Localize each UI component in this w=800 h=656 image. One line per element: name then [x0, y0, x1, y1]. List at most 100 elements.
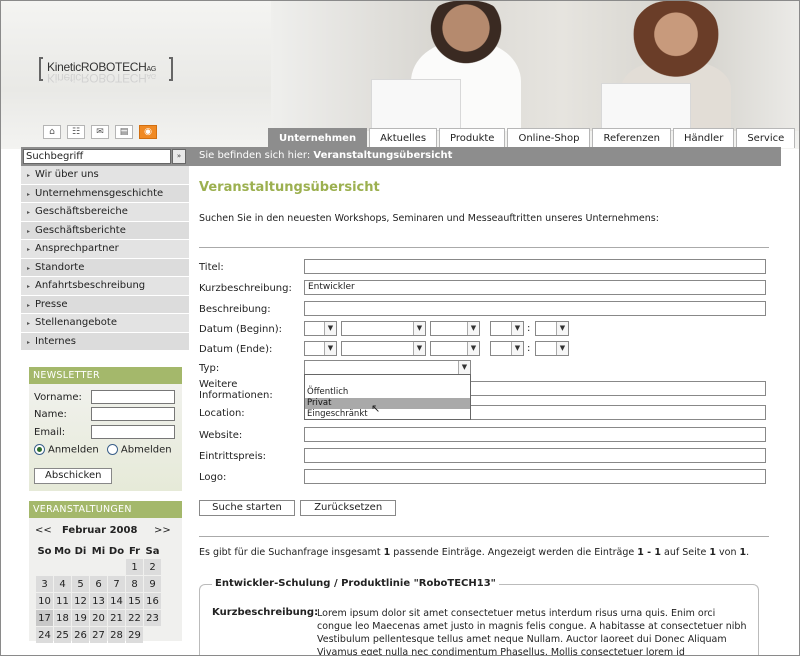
tab-online-shop[interactable]: Online-Shop	[507, 128, 591, 148]
logo-field[interactable]	[304, 469, 766, 484]
name-field[interactable]	[91, 407, 175, 421]
time-colon: :	[527, 323, 531, 334]
calendar-day[interactable]: 10	[36, 593, 53, 609]
calendar-day[interactable]: 19	[72, 610, 89, 626]
page-title: Veranstaltungsübersicht	[199, 180, 380, 195]
calendar-day[interactable]: 26	[72, 627, 89, 643]
eintrittspreis-field[interactable]	[304, 448, 766, 463]
calendar-next-button[interactable]: >>	[154, 525, 171, 536]
calendar-day[interactable]: 17	[36, 610, 53, 626]
calendar-day[interactable]: 9	[144, 576, 161, 592]
beginn-minute-select[interactable]: ▼	[535, 321, 569, 336]
arrow-right-icon: ▸	[27, 320, 31, 327]
calendar-day[interactable]: 6	[90, 576, 107, 592]
titel-label: Titel:	[199, 262, 224, 273]
suche-starten-button[interactable]: Suche starten	[199, 500, 295, 516]
home-icon[interactable]: ⌂	[43, 125, 61, 139]
sidebar-item-internes[interactable]: ▸ Internes	[21, 332, 189, 351]
tab-referenzen[interactable]: Referenzen	[592, 128, 671, 148]
calendar-day[interactable]: 16	[144, 593, 161, 609]
website-field[interactable]	[304, 427, 766, 442]
calendar-day[interactable]: 12	[72, 593, 89, 609]
tab-service[interactable]: Service	[736, 128, 796, 148]
rss-icon[interactable]: ◉	[139, 125, 157, 139]
sidebar-item-geschaeftsberichte[interactable]: ▸ Geschäftsberichte	[21, 221, 189, 240]
ende-day-select[interactable]: ▼	[304, 341, 337, 356]
tab-unternehmen[interactable]: Unternehmen	[268, 128, 368, 148]
subscribe-options: Anmelden Abmelden	[34, 444, 172, 456]
calendar-day[interactable]: 7	[108, 576, 125, 592]
event-title[interactable]: Entwickler-Schulung / Produktlinie "Robo…	[212, 578, 499, 589]
calendar-day[interactable]: 15	[126, 593, 143, 609]
typ-option-privat[interactable]: Privat	[305, 398, 470, 409]
kurzbeschreibung-field[interactable]: Entwickler	[304, 280, 766, 295]
logo-label: Logo:	[199, 472, 227, 483]
calendar-day[interactable]: 22	[126, 610, 143, 626]
search-input[interactable]: Suchbegriff	[23, 149, 171, 164]
calendar-day[interactable]: 28	[108, 627, 125, 643]
breadcrumb-current[interactable]: Veranstaltungsübersicht	[313, 150, 452, 161]
calendar-day[interactable]: 13	[90, 593, 107, 609]
sidebar-item-geschaeftsbereiche[interactable]: ▸ Geschäftsbereiche	[21, 203, 189, 222]
calendar-day[interactable]: 3	[36, 576, 53, 592]
calendar-day[interactable]: 1	[126, 559, 143, 575]
beginn-day-select[interactable]: ▼	[304, 321, 337, 336]
tab-haendler[interactable]: Händler	[672, 128, 735, 148]
calendar-prev-button[interactable]: <<	[35, 525, 52, 536]
logo[interactable]: KineticROBOTECHAG KineticROBOTECHAG	[39, 57, 173, 87]
ende-minute-select[interactable]: ▼	[535, 341, 569, 356]
calendar-empty-cell	[36, 559, 53, 575]
typ-option-oeffentlich[interactable]: Öffentlich	[305, 387, 470, 398]
sidebar-item-ansprechpartner[interactable]: ▸ Ansprechpartner	[21, 240, 189, 259]
email-field[interactable]	[91, 425, 175, 439]
calendar-day[interactable]: 24	[36, 627, 53, 643]
tab-aktuelles[interactable]: Aktuelles	[369, 128, 438, 148]
typ-option-eingeschraenkt[interactable]: Eingeschränkt	[305, 409, 470, 420]
calendar-day[interactable]: 14	[108, 593, 125, 609]
abschicken-button[interactable]: Abschicken	[34, 468, 113, 484]
titel-field[interactable]	[304, 259, 766, 274]
calendar-day[interactable]: 29	[126, 627, 143, 643]
ende-hour-select[interactable]: ▼	[490, 341, 524, 356]
mail-icon[interactable]: ✉	[91, 125, 109, 139]
photo-woman-head	[631, 1, 721, 96]
sitemap-icon[interactable]: ☷	[67, 125, 85, 139]
calendar-day[interactable]: 18	[54, 610, 71, 626]
calendar-day[interactable]: 23	[144, 610, 161, 626]
typ-select[interactable]: ▼	[304, 360, 471, 375]
calendar-day[interactable]: 27	[90, 627, 107, 643]
result-summary: Es gibt für die Suchanfrage insgesamt 1 …	[199, 547, 750, 558]
vorname-label: Vorname:	[34, 392, 82, 403]
website-label: Website:	[199, 430, 243, 441]
abmelden-radio[interactable]	[106, 444, 118, 455]
logo-bracket-right	[169, 57, 173, 81]
chevron-down-icon: ▼	[324, 322, 336, 335]
anmelden-radio[interactable]	[34, 444, 45, 455]
sidebar-item-unternehmensgeschichte[interactable]: ▸ Unternehmensgeschichte	[21, 184, 189, 203]
search-submit-button[interactable]: »	[172, 149, 186, 164]
sidebar-item-stellenangebote[interactable]: ▸ Stellenangebote	[21, 314, 189, 333]
ende-year-select[interactable]: ▼	[430, 341, 480, 356]
calendar-day[interactable]: 4	[54, 576, 71, 592]
calendar-day[interactable]: 8	[126, 576, 143, 592]
sidebar-item-wir-ueber-uns[interactable]: ▸ Wir über uns	[21, 166, 189, 185]
beschreibung-field[interactable]	[304, 301, 766, 316]
weitere-informationen-label: Weitere Informationen:	[199, 379, 273, 401]
beginn-month-select[interactable]: ▼	[341, 321, 426, 336]
vorname-field[interactable]	[91, 390, 175, 404]
calendar-day[interactable]: 25	[54, 627, 71, 643]
zuruecksetzen-button[interactable]: Zurücksetzen	[300, 500, 397, 516]
calendar-day[interactable]: 20	[90, 610, 107, 626]
sidebar-item-presse[interactable]: ▸ Presse	[21, 295, 189, 314]
sidebar-item-anfahrtsbeschreibung[interactable]: ▸ Anfahrtsbeschreibung	[21, 277, 189, 296]
calendar-day[interactable]: 11	[54, 593, 71, 609]
calendar-day[interactable]: 21	[108, 610, 125, 626]
calendar-day[interactable]: 5	[72, 576, 89, 592]
sidebar-item-standorte[interactable]: ▸ Standorte	[21, 258, 189, 277]
ende-month-select[interactable]: ▼	[341, 341, 426, 356]
beginn-hour-select[interactable]: ▼	[490, 321, 524, 336]
calendar-day[interactable]: 2	[144, 559, 161, 575]
contact-card-icon[interactable]: ▤	[115, 125, 133, 139]
beginn-year-select[interactable]: ▼	[430, 321, 480, 336]
tab-produkte[interactable]: Produkte	[439, 128, 506, 148]
